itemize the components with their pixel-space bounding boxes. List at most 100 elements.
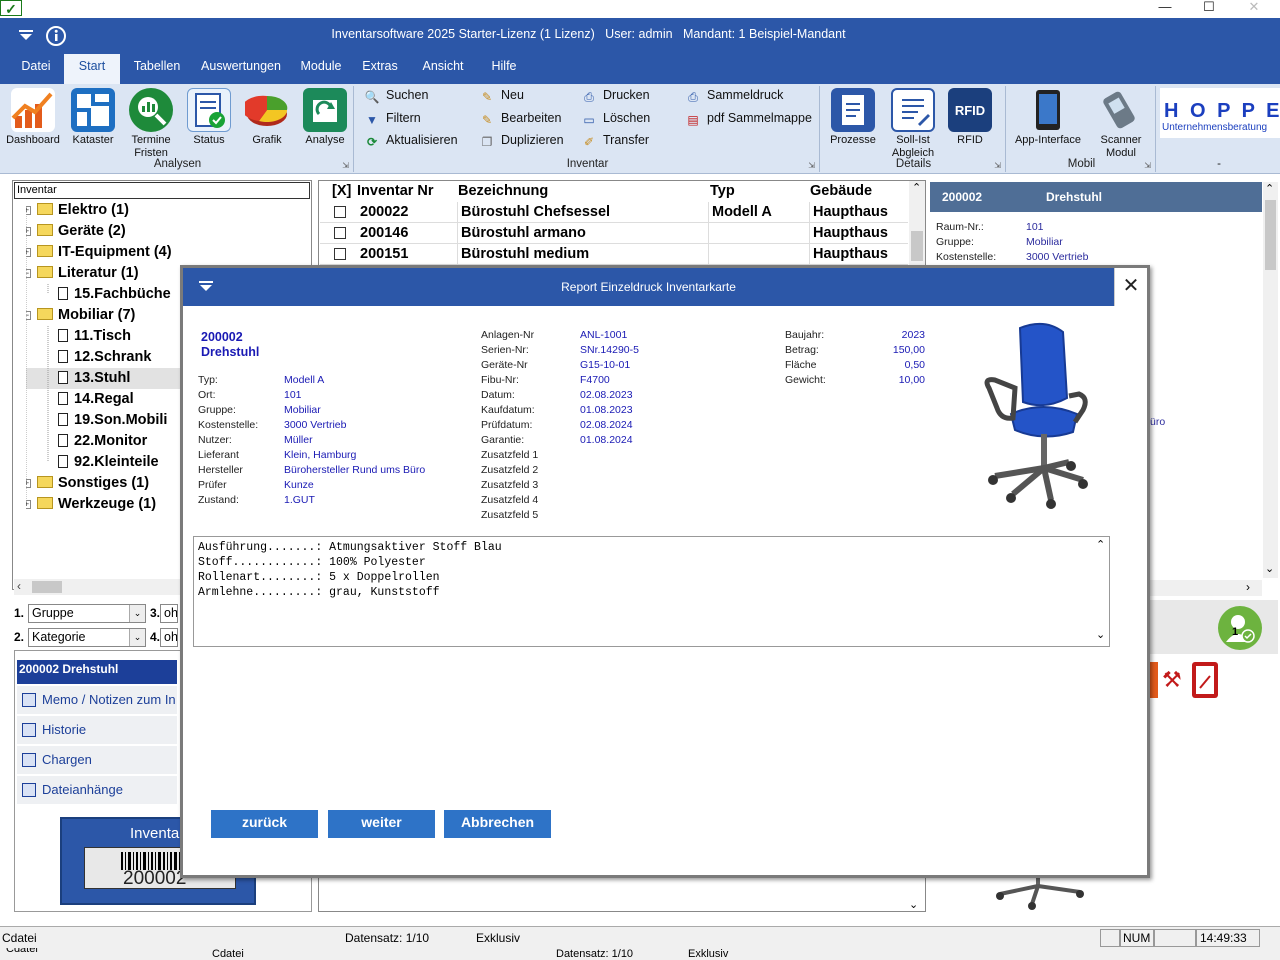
dialog-field-label: Kostenstelle: [198,419,259,431]
scroll-left-icon[interactable]: ‹ [17,579,21,593]
sort-level-2-label: 2. [14,630,25,644]
tab-module[interactable]: Module [294,54,348,84]
dialog-field-label: Zusatzfeld 1 [481,449,539,461]
detail-panel-header: 200002 Drehstuhl [930,182,1262,212]
scrollbar-thumb[interactable] [911,231,923,261]
chevron-down-icon[interactable]: ⌄ [129,605,145,622]
detail-vertical-scrollbar[interactable]: ⌃ ⌄ [1263,182,1278,578]
column-header-typ[interactable]: Typ [710,181,735,201]
dialog-field-label: Ort: [198,389,216,401]
termine-fristen-button[interactable]: Termine Fristen [122,88,180,160]
app-icon[interactable]: ✓ [0,0,22,17]
scroll-up-icon[interactable]: ⌃ [912,181,921,194]
sammeldruck-button[interactable]: ⎙ Sammeldruck [685,85,783,105]
row-checkbox[interactable] [334,206,346,218]
rfid-button[interactable]: RFID RFID [944,88,996,147]
nav-memo[interactable]: Memo / Notizen zum In [17,686,177,714]
sort-field-1-select[interactable]: Gruppe ⌄ [28,604,146,623]
pdf-sammelmappe-button[interactable]: ▤ pdf Sammelmappe [685,108,812,128]
scrollbar-thumb[interactable] [1265,200,1276,270]
sort-field-4-select[interactable]: oh [160,628,178,647]
app-interface-button[interactable]: App-Interface [1010,88,1086,147]
scrollbar-thumb[interactable] [32,581,62,593]
bearbeiten-button[interactable]: ✎ Bearbeiten [479,108,562,128]
tab-start[interactable]: Start [64,54,120,84]
cancel-button[interactable]: Abbrechen [444,810,551,838]
dialog-launcher-icon[interactable]: ⇲ [994,161,1001,170]
hoppe-logo[interactable]: H O P P E Unternehmensberatung [1160,88,1280,138]
scroll-up-icon[interactable]: ⌃ [1265,182,1274,195]
scroll-down-icon[interactable]: ⌄ [909,898,918,911]
dialog-field-value: F4700 [580,374,610,386]
table-row[interactable]: 200022 Bürostuhl Chefsessel Modell A Haupth… [320,202,908,223]
transfer-button[interactable]: ✐ Transfer [581,130,649,150]
status-label: Status [193,134,225,146]
filtern-button[interactable]: ▼ Filtern [364,108,421,128]
pdf-edit-icon[interactable] [1192,662,1218,698]
memo-textarea[interactable]: Ausführung.......: Atmungsaktiver Stoff … [193,536,1110,647]
soll-ist-abgleich-button[interactable]: Soll-Ist Abgleich [884,88,942,160]
sort-field-3-select[interactable]: oh [160,604,178,623]
chevron-down-icon[interactable]: ⌄ [129,629,145,646]
scanner-modul-button[interactable]: Scanner Modul [1090,88,1152,160]
chair-photo [975,318,1095,513]
status-button[interactable]: Status [180,88,238,147]
dialog-field-value: 02.08.2024 [580,419,633,431]
drucken-button[interactable]: ⎙ Drucken [581,85,649,105]
nav-chargen[interactable]: Chargen [17,746,177,774]
column-header-gebaeude[interactable]: Gebäude [810,181,872,201]
tab-auswertungen[interactable]: Auswertungen [196,54,286,84]
row-checkbox[interactable] [334,248,346,260]
nav-historie[interactable]: Historie [17,716,177,744]
dialog-field-value: 1.GUT [284,494,315,506]
duplizieren-button[interactable]: ❐ Duplizieren [479,130,564,150]
column-header-inventar-nr[interactable]: Inventar Nr [357,181,434,201]
neu-button[interactable]: ✎ Neu [479,85,524,105]
user-avatar-icon[interactable]: 1 [1218,606,1262,650]
dashboard-button[interactable]: Dashboard [4,88,62,147]
dialog-launcher-icon[interactable]: ⇲ [342,161,349,170]
kataster-button[interactable]: Kataster [64,88,122,147]
minimize-button[interactable]: — [1143,0,1187,16]
back-button[interactable]: zurück [211,810,318,838]
next-button[interactable]: weiter [328,810,435,838]
close-window-button[interactable]: ✕ [1232,0,1276,16]
memo-icon [22,693,36,707]
dialog-field-value: Kunze [284,479,314,491]
table-row[interactable]: 200151 Bürostuhl medium Haupthaus [320,244,908,265]
analyse-refresh-icon [303,88,347,132]
dialog-launcher-icon[interactable]: ⇲ [808,161,815,170]
sort-field-2-select[interactable]: Kategorie ⌄ [28,628,146,647]
suchen-button[interactable]: 🔍 Suchen [364,85,429,105]
scroll-down-icon[interactable]: ⌄ [1265,562,1274,575]
tools-icon[interactable]: ⚒ [1162,662,1188,698]
row-checkbox[interactable] [334,227,346,239]
loeschen-button[interactable]: ▭ Löschen [581,108,650,128]
tab-tabellen[interactable]: Tabellen [126,54,188,84]
tab-hilfe[interactable]: Hilfe [482,54,526,84]
scroll-down-icon[interactable]: ⌄ [1096,628,1105,641]
tab-ansicht[interactable]: Ansicht [414,54,472,84]
memo-scrollbar[interactable]: ⌃ ⌄ [1095,538,1108,645]
partial-toolbar-icon[interactable] [1150,662,1158,698]
analyse-button[interactable]: Analyse [296,88,354,147]
dialog-menu-icon[interactable] [198,281,214,293]
nav-dateianhaenge[interactable]: Dateianhänge [17,776,177,804]
column-header-select[interactable]: [X] [332,181,351,201]
dialog-launcher-icon[interactable]: ⇲ [1144,161,1151,170]
tab-extras[interactable]: Extras [356,54,404,84]
dialog-field-value: 01.08.2023 [580,404,633,416]
grafik-button[interactable]: Grafik [238,88,296,147]
tab-datei[interactable]: Datei [12,54,60,84]
prozesse-button[interactable]: Prozesse [826,88,880,147]
aktualisieren-button[interactable]: ⟳ Aktualisieren [364,130,458,150]
dialog-close-button[interactable]: ✕ [1114,268,1147,306]
column-divider [457,223,458,244]
tree-header: Inventar [14,182,310,199]
table-vertical-scrollbar[interactable]: ⌃ [909,181,925,265]
column-header-bezeichnung[interactable]: Bezeichnung [458,181,548,201]
scroll-up-icon[interactable]: ⌃ [1096,538,1105,551]
maximize-button[interactable]: ☐ [1187,0,1231,16]
scroll-right-icon[interactable]: › [1246,580,1250,594]
table-row[interactable]: 200146 Bürostuhl armano Haupthaus [320,223,908,244]
